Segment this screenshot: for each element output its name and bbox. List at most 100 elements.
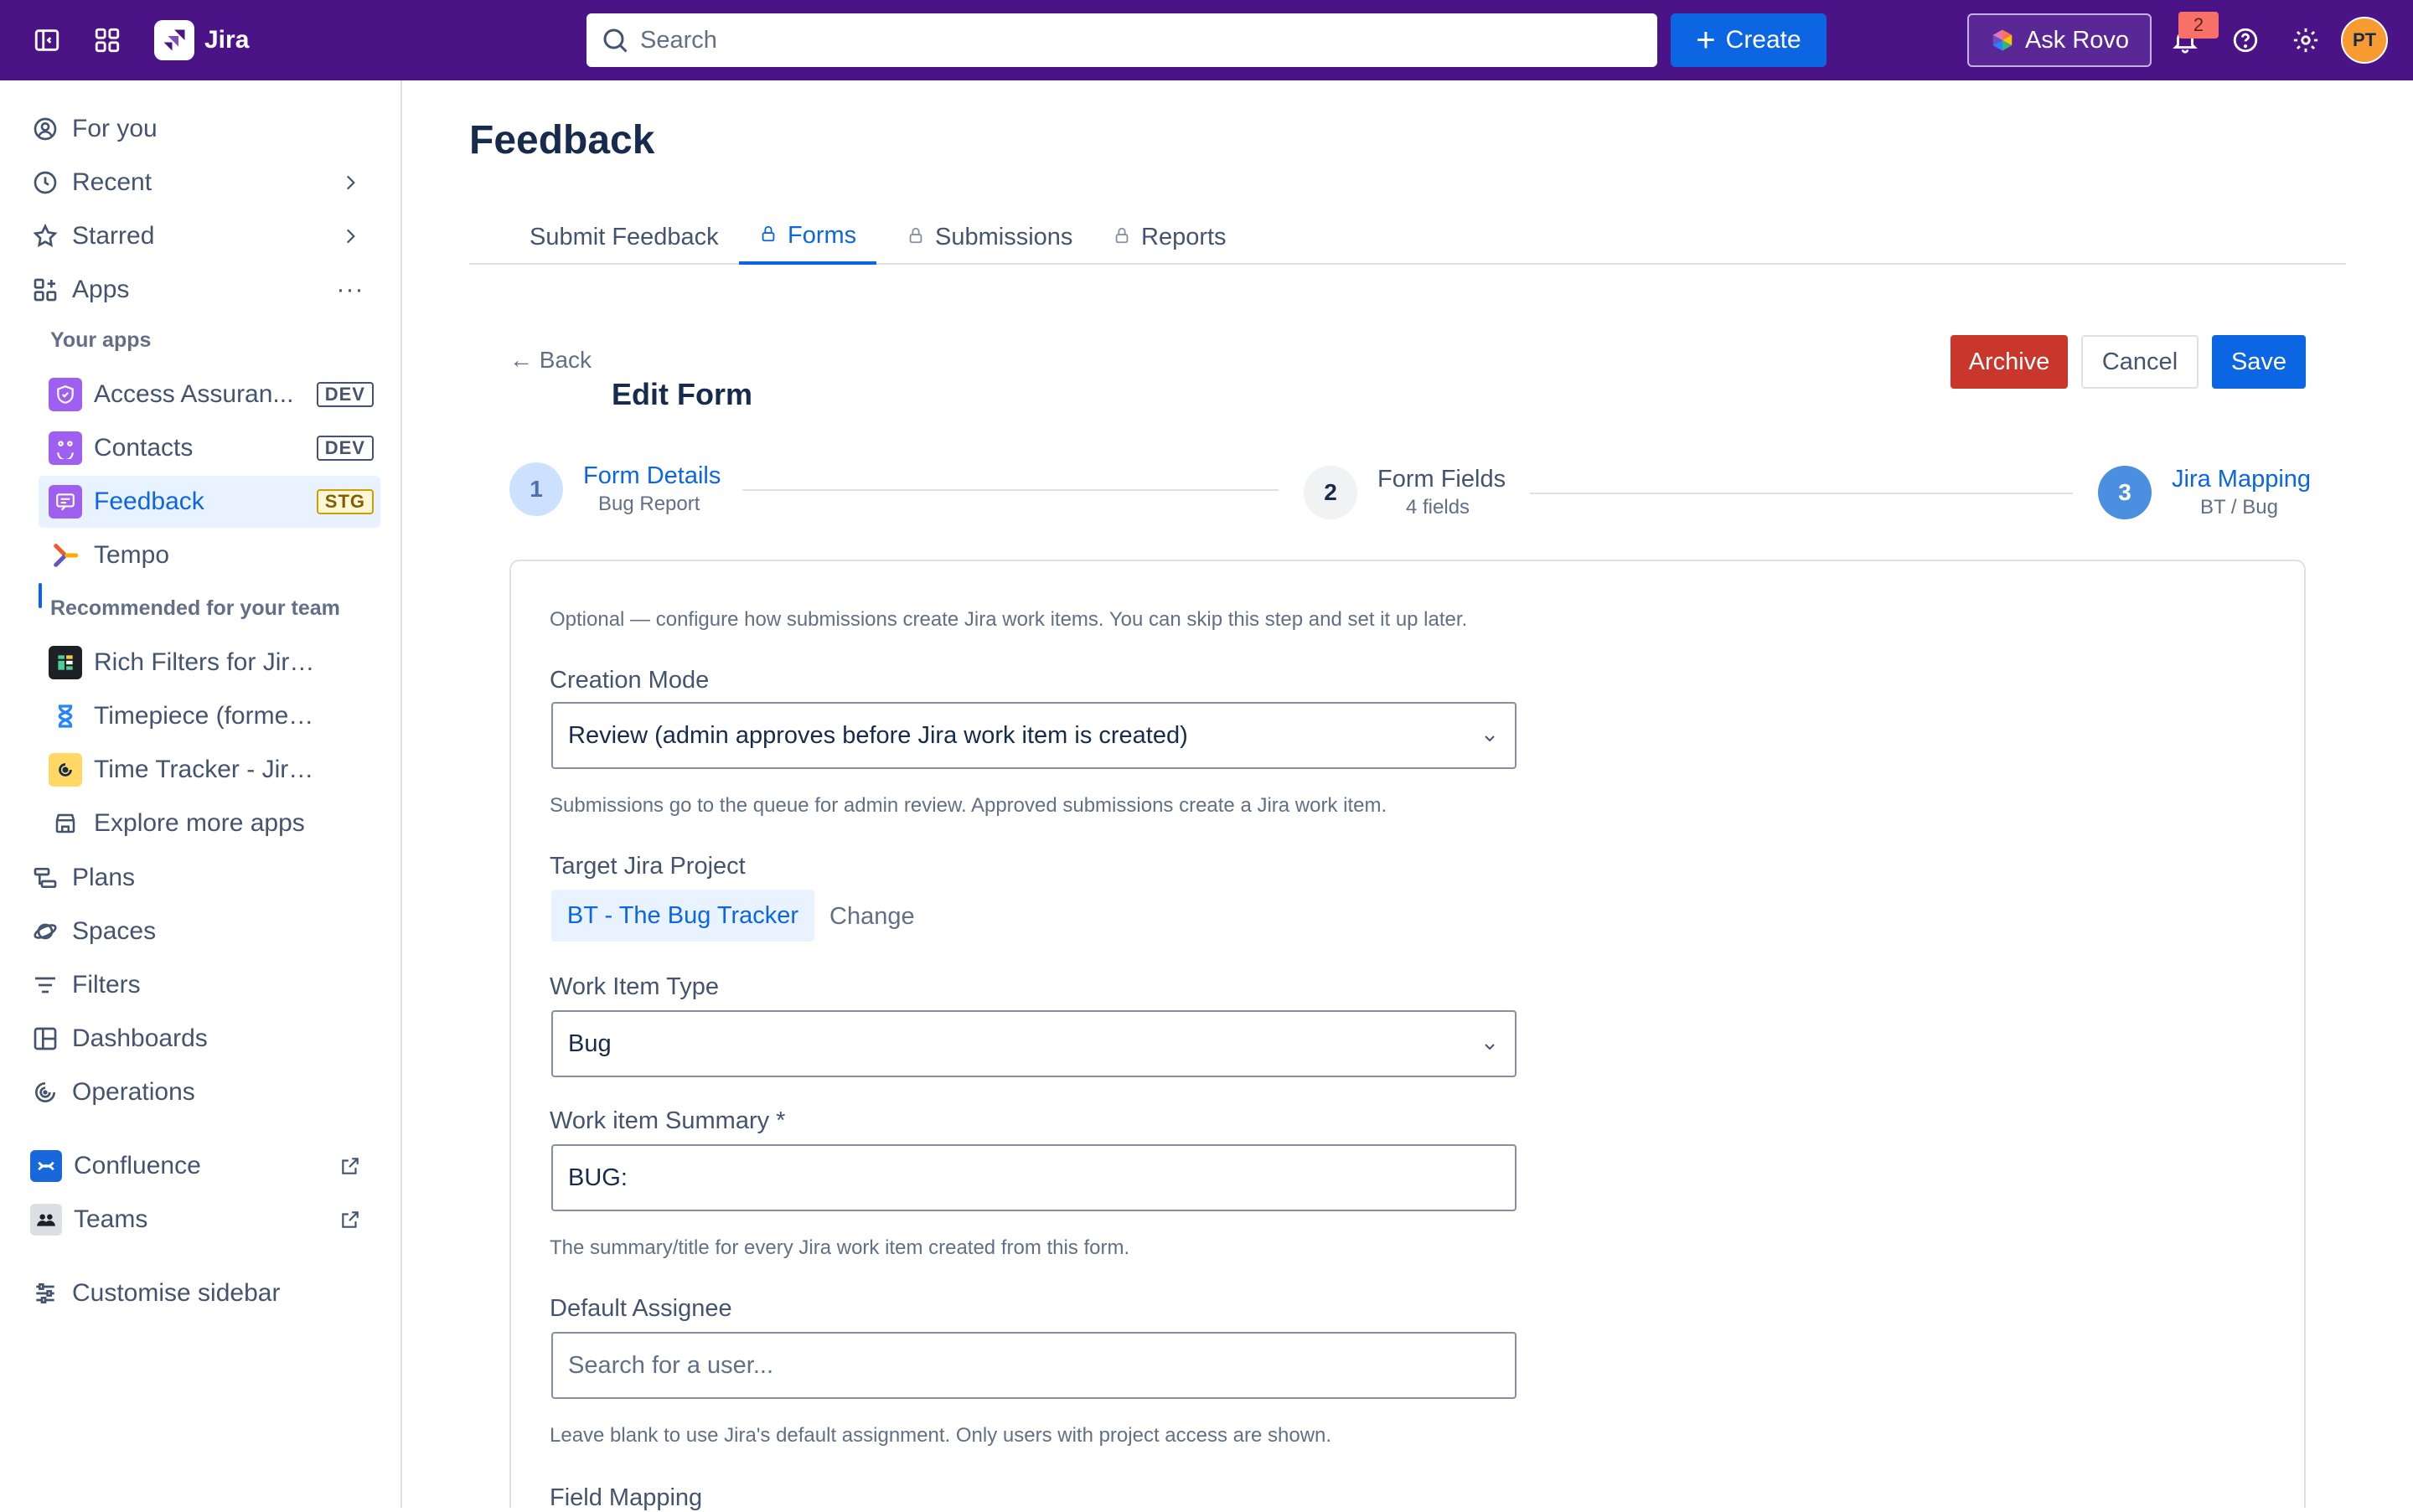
rovo-icon	[1992, 29, 2013, 51]
assignee-help: Leave blank to use Jira's default assign…	[550, 1424, 1332, 1447]
tab-label: Reports	[1141, 223, 1227, 250]
sidebar-item-filters[interactable]: Filters	[22, 960, 380, 1010]
cancel-button[interactable]: Cancel	[2081, 335, 2199, 389]
work-item-type-select[interactable]: Bug	[551, 1010, 1517, 1077]
sidebar-item-apps[interactable]: Apps ···	[22, 265, 380, 315]
step-2-circle[interactable]: 2	[1304, 466, 1357, 519]
ask-rovo-button[interactable]: Ask Rovo	[1967, 13, 2152, 67]
step-1-sub: Bug Report	[598, 493, 700, 515]
sidebar-item-label: Filters	[72, 971, 141, 999]
step-2-label[interactable]: Form Fields	[1377, 466, 1506, 493]
sidebar-item-confluence[interactable]: Confluence	[22, 1141, 380, 1191]
target-project-label: Target Jira Project	[550, 853, 746, 880]
clock-icon	[30, 168, 60, 198]
sidebar-item-dashboards[interactable]: Dashboards	[22, 1014, 380, 1064]
sidebar-item-recent[interactable]: Recent	[22, 157, 380, 208]
target-project-pill[interactable]: BT - The Bug Tracker	[551, 890, 814, 942]
creation-mode-label: Creation Mode	[550, 667, 710, 694]
chevron-right-icon[interactable]	[335, 221, 365, 251]
archive-button[interactable]: Archive	[1951, 335, 2068, 389]
tab-reports[interactable]: Reports	[1104, 209, 1235, 265]
settings-gear-icon[interactable]	[2286, 20, 2326, 60]
notifications-count-badge: 2	[2178, 12, 2219, 39]
sidebar-app-access-assurance[interactable]: Access Assuran... DEV	[39, 369, 380, 421]
shield-icon	[49, 378, 82, 411]
sidebar-item-spaces[interactable]: Spaces	[22, 906, 380, 957]
plus-icon: +	[1696, 22, 1716, 59]
sidebar-item-operations[interactable]: Operations	[22, 1067, 380, 1117]
chevron-right-icon[interactable]	[335, 168, 365, 198]
feedback-chat-icon	[49, 485, 82, 519]
page-title: Feedback	[469, 118, 655, 163]
external-link-icon[interactable]	[335, 1151, 365, 1181]
jira-logo-icon[interactable]	[154, 20, 194, 60]
app-label: Tempo	[94, 541, 170, 569]
create-button[interactable]: + Create	[1671, 13, 1827, 67]
sidebar-item-label: Confluence	[74, 1152, 201, 1179]
step-connector	[1530, 493, 2073, 494]
more-options-icon[interactable]: ···	[335, 275, 365, 305]
tempo-icon	[49, 539, 82, 572]
sidebar-item-plans[interactable]: Plans	[22, 853, 380, 903]
sidebar-item-label: Teams	[74, 1205, 148, 1233]
app-label: Rich Filters for Jira D...	[94, 648, 320, 676]
app-name[interactable]: Jira	[204, 23, 249, 57]
tab-forms[interactable]: Forms	[739, 209, 877, 265]
app-label: Access Assuran...	[94, 380, 294, 408]
app-label: Feedback	[94, 488, 204, 515]
save-button[interactable]: Save	[2212, 335, 2306, 389]
step-3-sub: BT / Bug	[2200, 496, 2278, 519]
ask-rovo-label: Ask Rovo	[2024, 26, 2130, 54]
app-switcher-icon[interactable]	[87, 20, 127, 60]
sidebar-app-explore[interactable]: Explore more apps	[39, 797, 380, 849]
sidebar-app-time-tracker[interactable]: Time Tracker - Jira Ti...	[39, 744, 380, 796]
sidebar-app-rich-filters[interactable]: Rich Filters for Jira D...	[39, 637, 380, 689]
app-label: Timepiece (formerly ...	[94, 702, 320, 730]
operations-icon	[30, 1077, 60, 1107]
sidebar-item-customise[interactable]: Customise sidebar	[22, 1268, 380, 1318]
app-label: Time Tracker - Jira Ti...	[94, 756, 320, 783]
chevron-down-icon	[1480, 727, 1500, 747]
field-mapping-label: Field Mapping	[550, 1484, 703, 1511]
tab-submit-feedback[interactable]: Submit Feedback	[530, 209, 719, 265]
teams-icon	[30, 1204, 62, 1236]
creation-mode-select[interactable]: Review (admin approves before Jira work …	[551, 702, 1517, 769]
external-link-icon[interactable]	[335, 1205, 365, 1235]
sidebar-item-starred[interactable]: Starred	[22, 211, 380, 261]
step-3-label[interactable]: Jira Mapping	[2172, 466, 2311, 493]
sidebar-toggle-icon[interactable]	[27, 20, 67, 60]
step-3-circle[interactable]: 3	[2098, 466, 2152, 519]
search-bar[interactable]	[586, 13, 1657, 67]
work-item-type-value: Bug	[568, 1030, 612, 1057]
tab-bar: Submit Feedback Forms Submissions Report…	[469, 209, 2346, 265]
lock-icon	[759, 222, 778, 250]
summary-input[interactable]	[551, 1144, 1517, 1211]
hourglass-icon	[49, 699, 82, 733]
spaces-icon	[30, 916, 60, 947]
help-icon[interactable]	[2225, 20, 2266, 60]
change-project-link[interactable]: Change	[829, 903, 915, 931]
lock-icon	[1113, 224, 1131, 251]
store-icon	[49, 807, 82, 840]
step-1-label[interactable]: Form Details	[583, 462, 721, 490]
search-input[interactable]	[640, 26, 1562, 54]
user-avatar[interactable]: PT	[2341, 17, 2388, 64]
tab-label: Submissions	[935, 223, 1073, 250]
sidebar-item-label: Operations	[72, 1078, 195, 1106]
assignee-search-input[interactable]	[551, 1332, 1517, 1399]
step-1-circle[interactable]: 1	[509, 462, 563, 516]
sidebar-app-tempo[interactable]: Tempo	[39, 529, 380, 581]
sidebar-item-label: Customise sidebar	[72, 1279, 281, 1307]
tab-submissions[interactable]: Submissions	[898, 209, 1081, 265]
sidebar-item-teams[interactable]: Teams	[22, 1195, 380, 1245]
sidebar-item-label: Plans	[72, 864, 136, 891]
sidebar-app-feedback[interactable]: Feedback STG	[39, 476, 380, 528]
sidebar-app-timepiece[interactable]: Timepiece (formerly ...	[39, 690, 380, 742]
step-2-sub: 4 fields	[1406, 496, 1470, 519]
back-link[interactable]: ← Back	[509, 347, 592, 374]
contacts-icon	[49, 431, 82, 465]
sidebar-item-for-you[interactable]: For you	[22, 104, 380, 154]
sidebar-app-contacts[interactable]: Contacts DEV	[39, 422, 380, 474]
customise-sliders-icon	[30, 1278, 60, 1308]
app-label: Contacts	[94, 434, 194, 462]
